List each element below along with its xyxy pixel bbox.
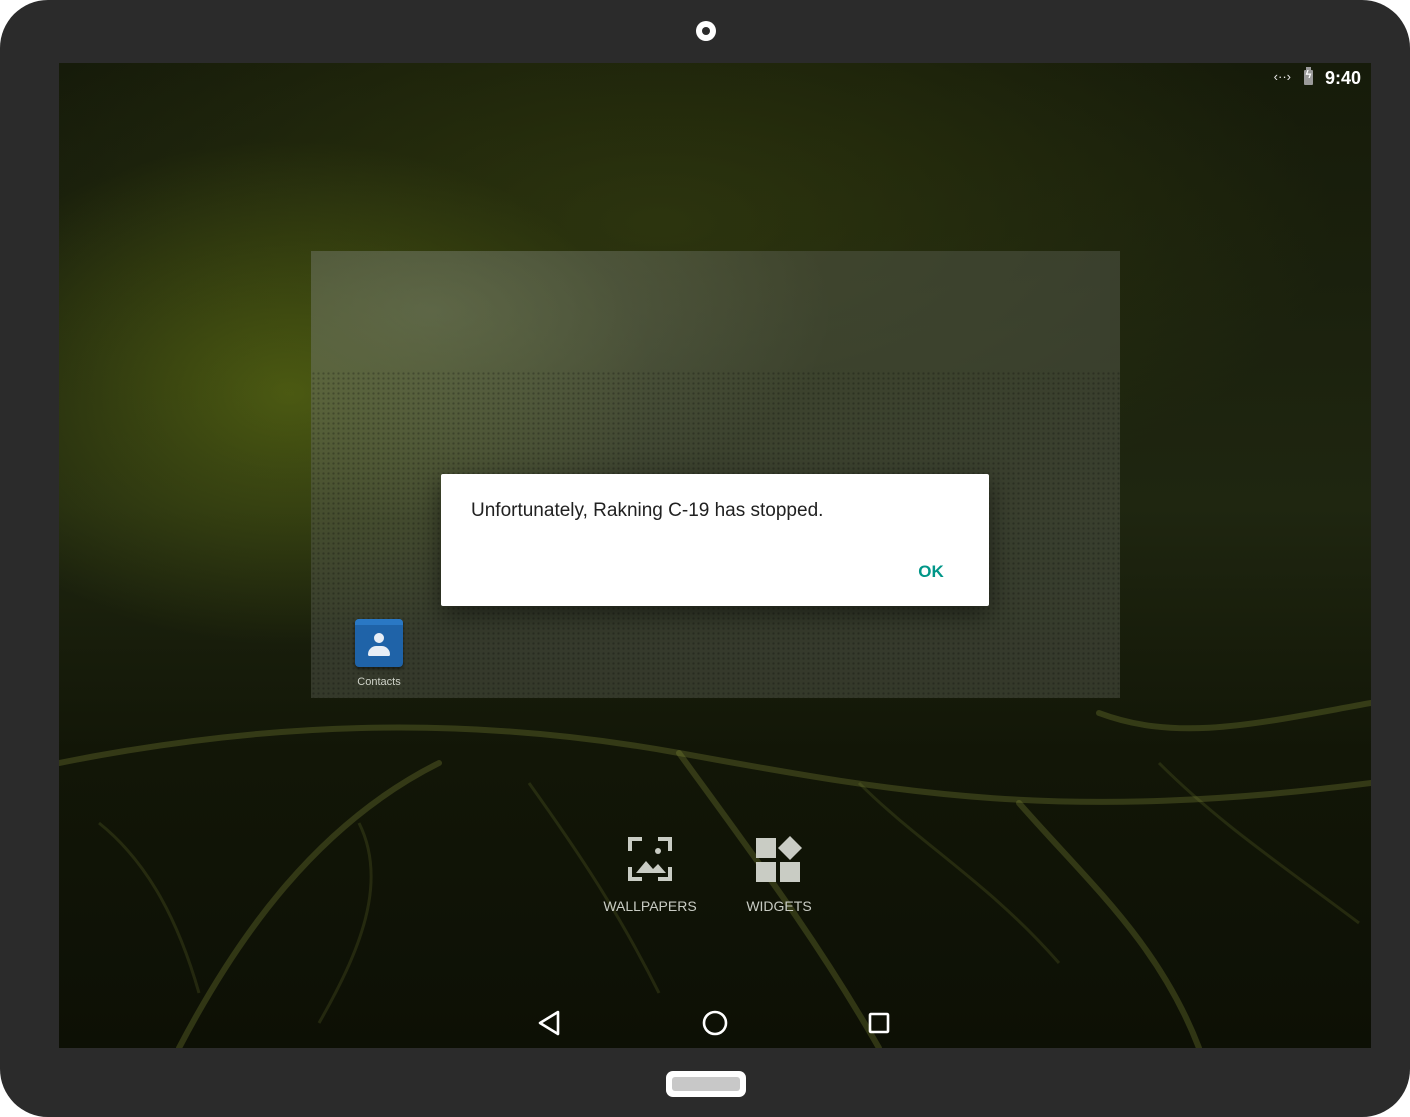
app-stopped-dialog: Unfortunately, Rakning C-19 has stopped.… <box>441 474 989 606</box>
back-button[interactable] <box>528 1001 572 1045</box>
app-contacts[interactable]: Contacts <box>349 616 409 696</box>
widgets-button[interactable]: WIDGETS <box>729 835 829 914</box>
recents-icon <box>868 1012 890 1034</box>
hardware-home-key[interactable] <box>666 1071 746 1097</box>
home-button[interactable] <box>693 1001 737 1045</box>
wallpapers-label: WALLPAPERS <box>603 898 697 914</box>
tablet-frame: ‹··› ϟ 9:40 Contacts Unfortunately, Rakn… <box>0 0 1410 1117</box>
battery-charging-icon: ϟ <box>1304 67 1313 85</box>
dialog-message: Unfortunately, Rakning C-19 has stopped. <box>471 500 824 521</box>
app-label: Contacts <box>357 676 401 688</box>
status-time: 9:40 <box>1324 68 1361 88</box>
widgets-label: WIDGETS <box>746 898 812 914</box>
contacts-icon <box>355 619 403 667</box>
front-camera <box>696 21 716 41</box>
data-transfer-icon: ‹··› <box>1273 69 1291 84</box>
widgets-icon <box>756 836 802 882</box>
ok-button[interactable]: OK <box>903 558 959 586</box>
wallpapers-button[interactable]: WALLPAPERS <box>600 835 700 914</box>
home-icon <box>702 1010 728 1036</box>
wallpaper-icon <box>628 837 672 881</box>
navigation-bar <box>59 993 1371 1048</box>
recents-button[interactable] <box>857 1001 901 1045</box>
screen: ‹··› ϟ 9:40 Contacts Unfortunately, Rakn… <box>59 63 1371 1048</box>
back-icon <box>538 1010 560 1036</box>
status-bar: ‹··› ϟ 9:40 <box>1171 63 1371 93</box>
